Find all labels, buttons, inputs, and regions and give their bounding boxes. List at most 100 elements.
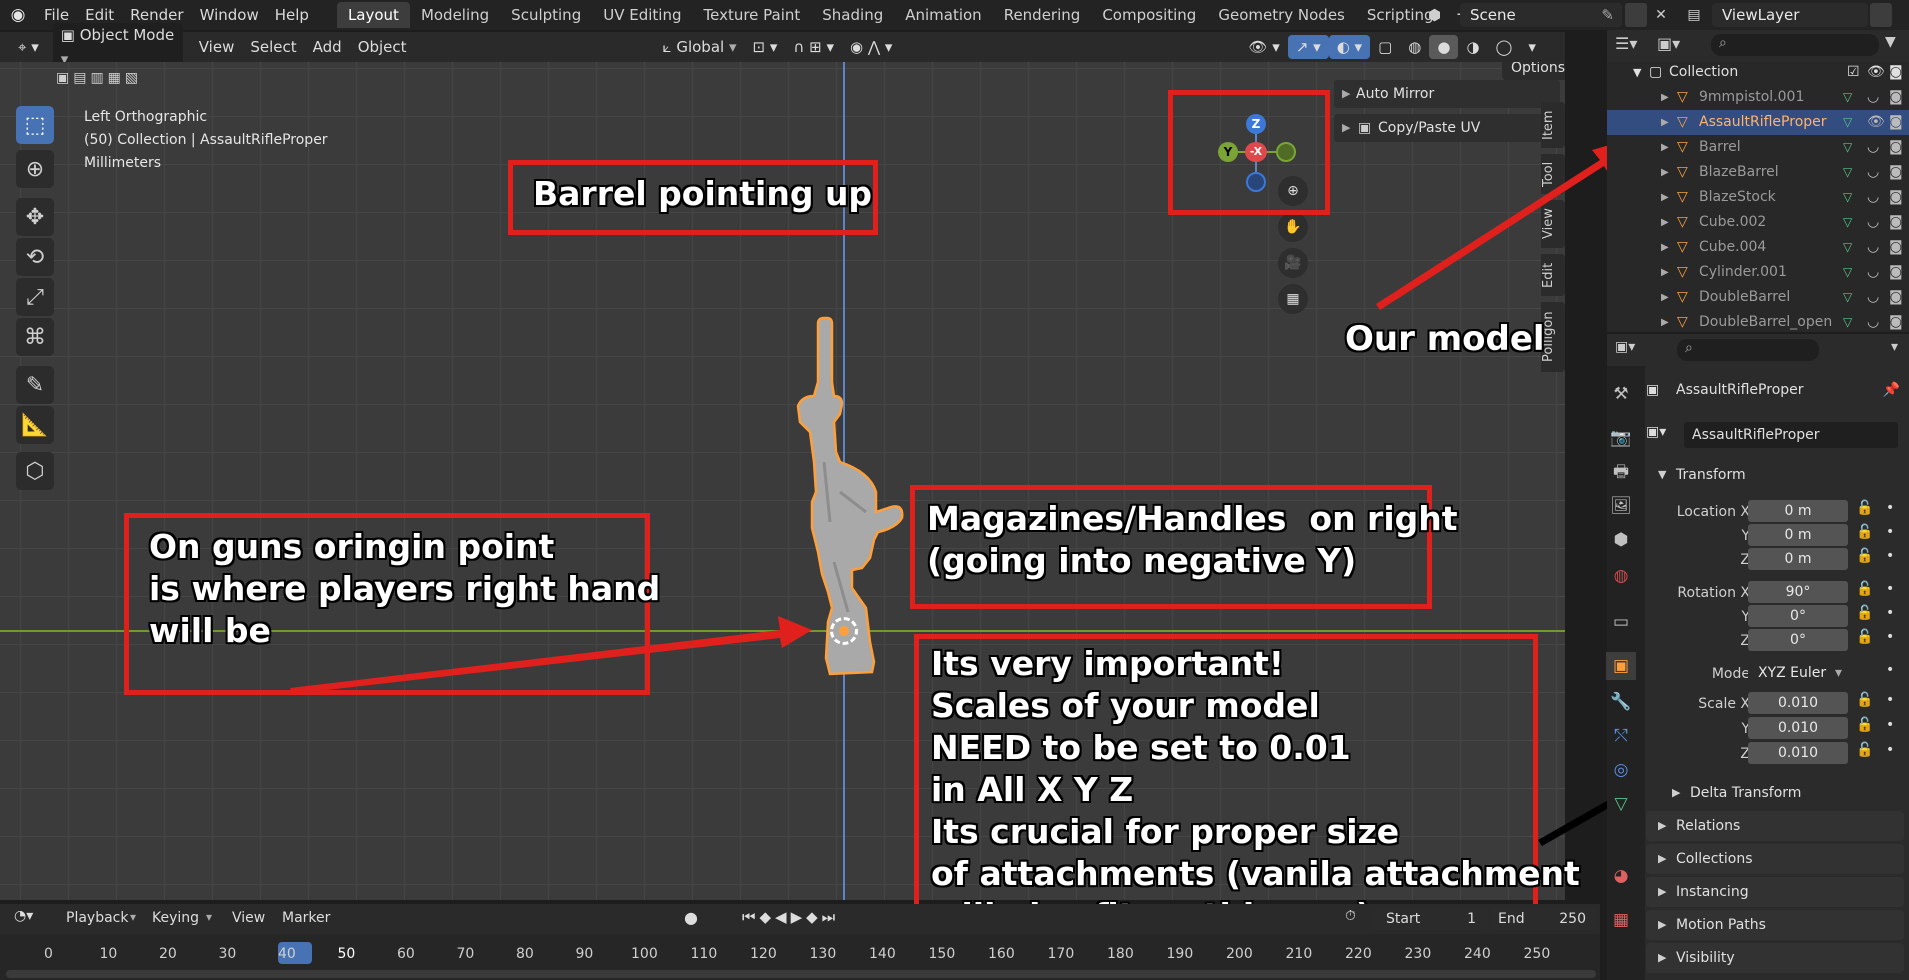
object-browse-icon[interactable]: ▣▾ [1646,424,1666,440]
pan-hand-icon[interactable]: ✋ [1278,212,1308,242]
eye-icon[interactable]: 👁 [1867,60,1885,85]
scene-selector[interactable]: Scene ✎ [1460,3,1622,27]
tab-compositing[interactable]: Compositing [1091,2,1207,28]
outliner-editor-icon[interactable]: ☰▾ [1615,34,1637,53]
material-icon[interactable]: ◕ [1606,862,1636,890]
gizmo-toggle-icon[interactable]: ↗ ▾ [1287,35,1329,59]
new-scene-icon[interactable] [1625,3,1647,27]
side-tab-view[interactable]: View [1541,200,1565,248]
end-frame-field[interactable]: End 250 [1490,908,1598,930]
properties-editor-icon[interactable]: ▣▾ [1615,339,1635,355]
tab-texture-paint[interactable]: Texture Paint [692,2,811,28]
eye-icon[interactable]: ◡ [1867,160,1879,185]
snap-icon[interactable]: ∩ ⊞ ▾ [785,35,842,59]
transform-orientation-selector[interactable]: ⟀ Global ▾ [655,35,745,59]
keyframe-dot-icon[interactable]: • [1886,742,1894,758]
rotation-y-field[interactable]: 0° [1748,605,1848,627]
viewport-menu-object[interactable]: Object [350,35,415,59]
eye-icon[interactable]: ◡ [1867,185,1879,210]
grid-toggle-icon[interactable]: ▦ [1278,284,1308,314]
keyframe-dot-icon[interactable]: • [1886,662,1894,678]
outliner-item[interactable]: ▶ ▽ Barrel ▽ ◡ ◙ [1607,135,1909,160]
instancing-section[interactable]: ▶ Instancing [1646,877,1904,907]
chevron-right-icon[interactable]: ▶ [1661,235,1669,260]
world-icon[interactable]: ◍ [1606,562,1636,590]
modifier-icon[interactable]: 🔧 [1606,688,1636,716]
eye-icon[interactable]: ◡ [1867,260,1879,285]
location-y-field[interactable]: 0 m [1748,524,1848,546]
camera-icon[interactable]: ◙ [1889,260,1903,285]
panel-auto-mirror[interactable]: ▶ Auto Mirror [1334,80,1560,108]
eye-icon[interactable]: ◡ [1867,135,1879,160]
object-name-field[interactable]: AssaultRifleProper [1684,422,1898,448]
eye-icon[interactable]: ◡ [1867,285,1879,310]
properties-search-input[interactable]: ⌕ [1677,339,1819,361]
outliner-item[interactable]: ▶ ▽ BlazeBarrel ▽ ◡ ◙ [1607,160,1909,185]
object-props-icon[interactable]: ▣ [1606,652,1636,680]
scale-y-field[interactable]: 0.010 [1748,717,1848,739]
measure-tool-icon[interactable]: 📐 [16,406,54,444]
physics-icon[interactable]: ◎ [1606,756,1636,784]
stopwatch-icon[interactable]: ⏱ [1345,908,1367,930]
tab-geometry-nodes[interactable]: Geometry Nodes [1207,2,1356,28]
record-icon[interactable]: ● [684,908,698,927]
camera-icon[interactable]: ◙ [1889,135,1903,160]
scale-tool-icon[interactable]: ⤢ [16,278,54,316]
particles-icon[interactable]: ⤲ [1606,722,1636,750]
chevron-right-icon[interactable]: ▶ [1661,85,1669,110]
chevron-right-icon[interactable]: ▶ [1661,135,1669,160]
rotation-x-field[interactable]: 90° [1748,581,1848,603]
rotation-z-field[interactable]: 0° [1748,629,1848,651]
relations-section[interactable]: ▶ Relations [1646,811,1904,841]
scale-z-field[interactable]: 0.010 [1748,742,1848,764]
visibility-icon[interactable]: 👁 ▾ [1240,35,1287,59]
outliner-item[interactable]: ▶ ▽ BlazeStock ▽ ◡ ◙ [1607,185,1909,210]
keyframe-dot-icon[interactable]: • [1886,581,1894,597]
chevron-right-icon[interactable]: ▶ [1661,210,1669,235]
timeline-menu-view[interactable]: View [232,910,265,926]
shading-wireframe-icon[interactable]: ◍ [1400,35,1429,59]
outliner-item[interactable]: ▶ ▽ Cylinder.001 ▽ ◡ ◙ [1607,260,1909,285]
view-layer-props-icon[interactable]: 🖼 [1606,492,1636,520]
chevron-right-icon[interactable]: ▶ [1661,260,1669,285]
tab-sculpting[interactable]: Sculpting [500,2,592,28]
rifle-model[interactable] [770,312,920,812]
shading-rendered-icon[interactable]: ◯ [1488,35,1521,59]
pivot-icon[interactable]: ⊡ ▾ [745,35,786,59]
side-tab-edit[interactable]: Edit [1541,254,1565,296]
display-mode-icon[interactable]: ▣▾ [1657,34,1680,53]
tab-uv-editing[interactable]: UV Editing [592,2,692,28]
timeline-scrollbar[interactable] [6,970,1596,978]
timeline-editor-icon[interactable]: ◔▾ [14,908,33,924]
view-layer-icon[interactable]: ▤ [1680,3,1708,27]
collection-props-icon[interactable]: ▭ [1606,608,1636,636]
blender-logo-icon[interactable]: ◉ [0,5,36,25]
eye-icon[interactable]: ◡ [1867,310,1879,335]
menu-window[interactable]: Window [192,0,267,30]
chevron-right-icon[interactable]: ▶ [1661,185,1669,210]
outliner-item[interactable]: ▶ ▽ DoubleBarrel_open ▽ ◡ ◙ [1607,310,1909,335]
editor-type-icon[interactable]: ⌖ ▾ [10,35,47,59]
side-tab-tool[interactable]: Tool [1541,154,1565,194]
keyframe-dot-icon[interactable]: • [1886,500,1894,516]
viewport-menu-select[interactable]: Select [242,35,304,59]
lock-icon[interactable]: 🔓 [1856,692,1873,708]
lock-icon[interactable]: 🔓 [1856,742,1873,758]
start-frame-field[interactable]: Start 1 [1372,908,1488,930]
location-z-field[interactable]: 0 m [1748,548,1848,570]
tab-shading[interactable]: Shading [811,2,894,28]
filter-icon[interactable]: ▼ [1885,34,1896,50]
add-cube-tool-icon[interactable]: ⬡ [16,452,54,490]
chevron-down-icon[interactable]: ▼ [1633,60,1641,85]
view-layer-selector[interactable]: ViewLayer [1712,3,1868,27]
annotate-tool-icon[interactable]: ✎ [16,366,54,404]
chevron-down-icon[interactable]: ▾ [1891,339,1898,355]
delta-transform-section[interactable]: ▶ Delta Transform [1660,778,1904,808]
transform-section-header[interactable]: ▼ Transform [1646,460,1904,490]
lock-icon[interactable]: 🔓 [1856,524,1873,540]
lock-icon[interactable]: 🔓 [1856,581,1873,597]
proportional-edit-icon[interactable]: ◉ ⋀ ▾ [842,35,900,59]
eye-icon[interactable]: 👁 [1867,110,1885,135]
scale-x-field[interactable]: 0.010 [1748,692,1848,714]
camera-icon[interactable]: ◙ [1889,185,1903,210]
